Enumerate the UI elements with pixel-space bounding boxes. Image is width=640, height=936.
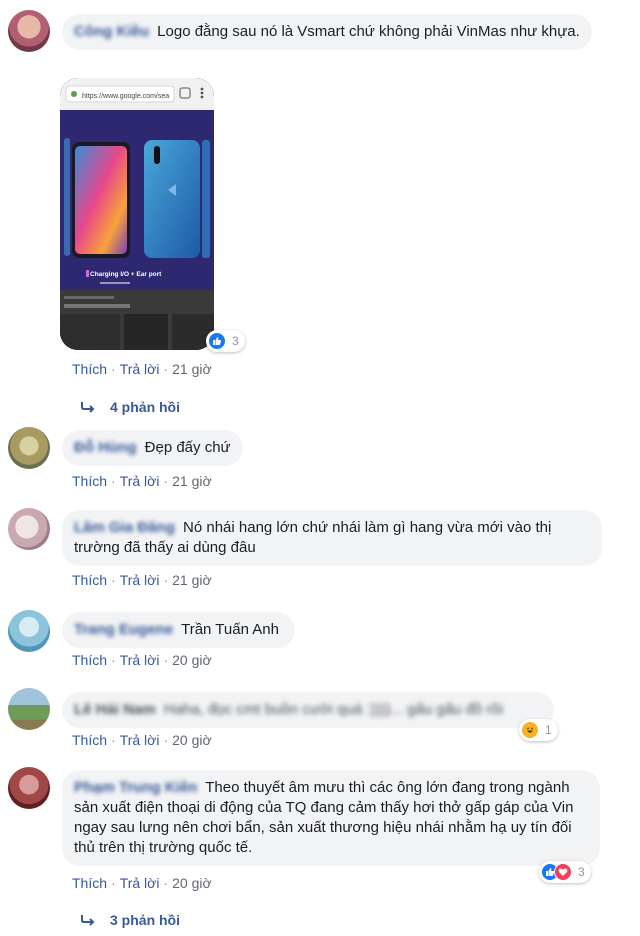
reaction-count: 3 — [232, 334, 239, 348]
separator: · — [163, 361, 169, 377]
phone-screenshot: https://www.google.com/sea Charging I/O … — [60, 78, 214, 350]
reply-link[interactable]: Trả lời — [120, 875, 160, 891]
comment-text: Logo đằng sau nó là Vsmart chứ không phả… — [157, 23, 580, 40]
comment-actions: Thích · Trả lời · 21 giờ — [72, 361, 212, 377]
comment-bubble: Lê Hải Nam Haha, đọc cmt buồn cười quá :… — [62, 692, 554, 728]
comment-bubble: Đỗ Hùng Đẹp đấy chứ — [62, 430, 243, 466]
separator: · — [111, 652, 116, 668]
separator: · — [111, 875, 116, 891]
separator: · — [163, 652, 169, 668]
view-replies[interactable]: 3 phản hồi — [80, 912, 180, 928]
timestamp[interactable]: 20 giờ — [172, 875, 212, 891]
comment-actions: Thích · Trả lời · 20 giờ — [72, 652, 212, 668]
reaction-count: 3 — [578, 865, 585, 879]
like-link[interactable]: Thích — [72, 572, 107, 588]
view-replies[interactable]: 4 phản hồi — [80, 399, 180, 415]
love-reaction-icon — [554, 863, 572, 881]
avatar[interactable] — [8, 688, 50, 730]
like-link[interactable]: Thích — [72, 652, 107, 668]
like-link[interactable]: Thích — [72, 875, 107, 891]
comment-text: Đẹp đấy chứ — [144, 439, 231, 456]
timestamp[interactable]: 21 giờ — [172, 361, 212, 377]
comment-author[interactable]: Phạm Trung Kiên — [74, 779, 197, 796]
image-caption: Charging I/O + Ear port — [90, 271, 162, 278]
comment-actions: Thích · Trả lời · 21 giờ — [72, 572, 212, 588]
separator: · — [163, 572, 169, 588]
comment-bubble: Trang Eugene Trần Tuấn Anh — [62, 612, 295, 648]
reply-link[interactable]: Trả lời — [120, 361, 160, 377]
timestamp[interactable]: 21 giờ — [172, 572, 212, 588]
like-reaction-icon — [208, 332, 226, 350]
replies-count[interactable]: 4 phản hồi — [110, 399, 180, 415]
haha-reaction-icon — [521, 721, 539, 739]
comment-actions: Thích · Trả lời · 20 giờ — [72, 732, 212, 748]
reaction-summary[interactable]: 3 — [539, 861, 591, 883]
reply-arrow-icon — [81, 402, 95, 413]
separator: · — [163, 473, 169, 489]
comment-actions: Thích · Trả lời · 21 giờ — [72, 473, 212, 489]
comment-actions: Thích · Trả lời · 20 giờ — [72, 875, 212, 891]
avatar[interactable] — [8, 610, 50, 652]
separator: · — [163, 875, 169, 891]
like-link[interactable]: Thích — [72, 361, 107, 377]
reply-link[interactable]: Trả lời — [120, 652, 160, 668]
comment-author[interactable]: Lâm Gia Đăng — [74, 519, 175, 536]
comment-author[interactable]: Lê Hải Nam — [74, 701, 156, 718]
separator: · — [111, 361, 116, 377]
avatar[interactable] — [8, 508, 50, 550]
comment-bubble: Công Kiều Logo đằng sau nó là Vsmart chứ… — [62, 14, 592, 50]
url-bar-text: https://www.google.com/sea — [82, 93, 169, 100]
reply-arrow-icon — [81, 915, 95, 926]
reply-link[interactable]: Trả lời — [120, 732, 160, 748]
comment-author[interactable]: Công Kiều — [74, 23, 149, 40]
avatar[interactable] — [8, 427, 50, 469]
separator: · — [163, 732, 169, 748]
reply-link[interactable]: Trả lời — [120, 572, 160, 588]
comment-author[interactable]: Đỗ Hùng — [74, 439, 136, 456]
tagged-user[interactable]: Trần Tuấn Anh — [181, 621, 279, 638]
timestamp[interactable]: 21 giờ — [172, 473, 212, 489]
reaction-count: 1 — [545, 723, 552, 737]
comment-author[interactable]: Trang Eugene — [74, 621, 173, 638]
comment-image[interactable]: https://www.google.com/sea Charging I/O … — [60, 78, 214, 350]
comment-text: Haha, đọc cmt buồn cười quá :))))... gấu… — [163, 701, 504, 718]
comment-bubble: Phạm Trung Kiên Theo thuyết âm mưu thì c… — [62, 770, 600, 866]
reaction-summary[interactable]: 3 — [206, 330, 245, 352]
reply-link[interactable]: Trả lời — [120, 473, 160, 489]
like-link[interactable]: Thích — [72, 473, 107, 489]
like-link[interactable]: Thích — [72, 732, 107, 748]
timestamp[interactable]: 20 giờ — [172, 732, 212, 748]
replies-count[interactable]: 3 phản hồi — [110, 912, 180, 928]
separator: · — [111, 572, 116, 588]
reaction-summary[interactable]: 1 — [519, 719, 558, 741]
separator: · — [111, 732, 116, 748]
avatar[interactable] — [8, 767, 50, 809]
comment-bubble: Lâm Gia Đăng Nó nhái hang lớn chứ nhái l… — [62, 510, 602, 566]
avatar[interactable] — [8, 10, 50, 52]
separator: · — [111, 473, 116, 489]
timestamp[interactable]: 20 giờ — [172, 652, 212, 668]
